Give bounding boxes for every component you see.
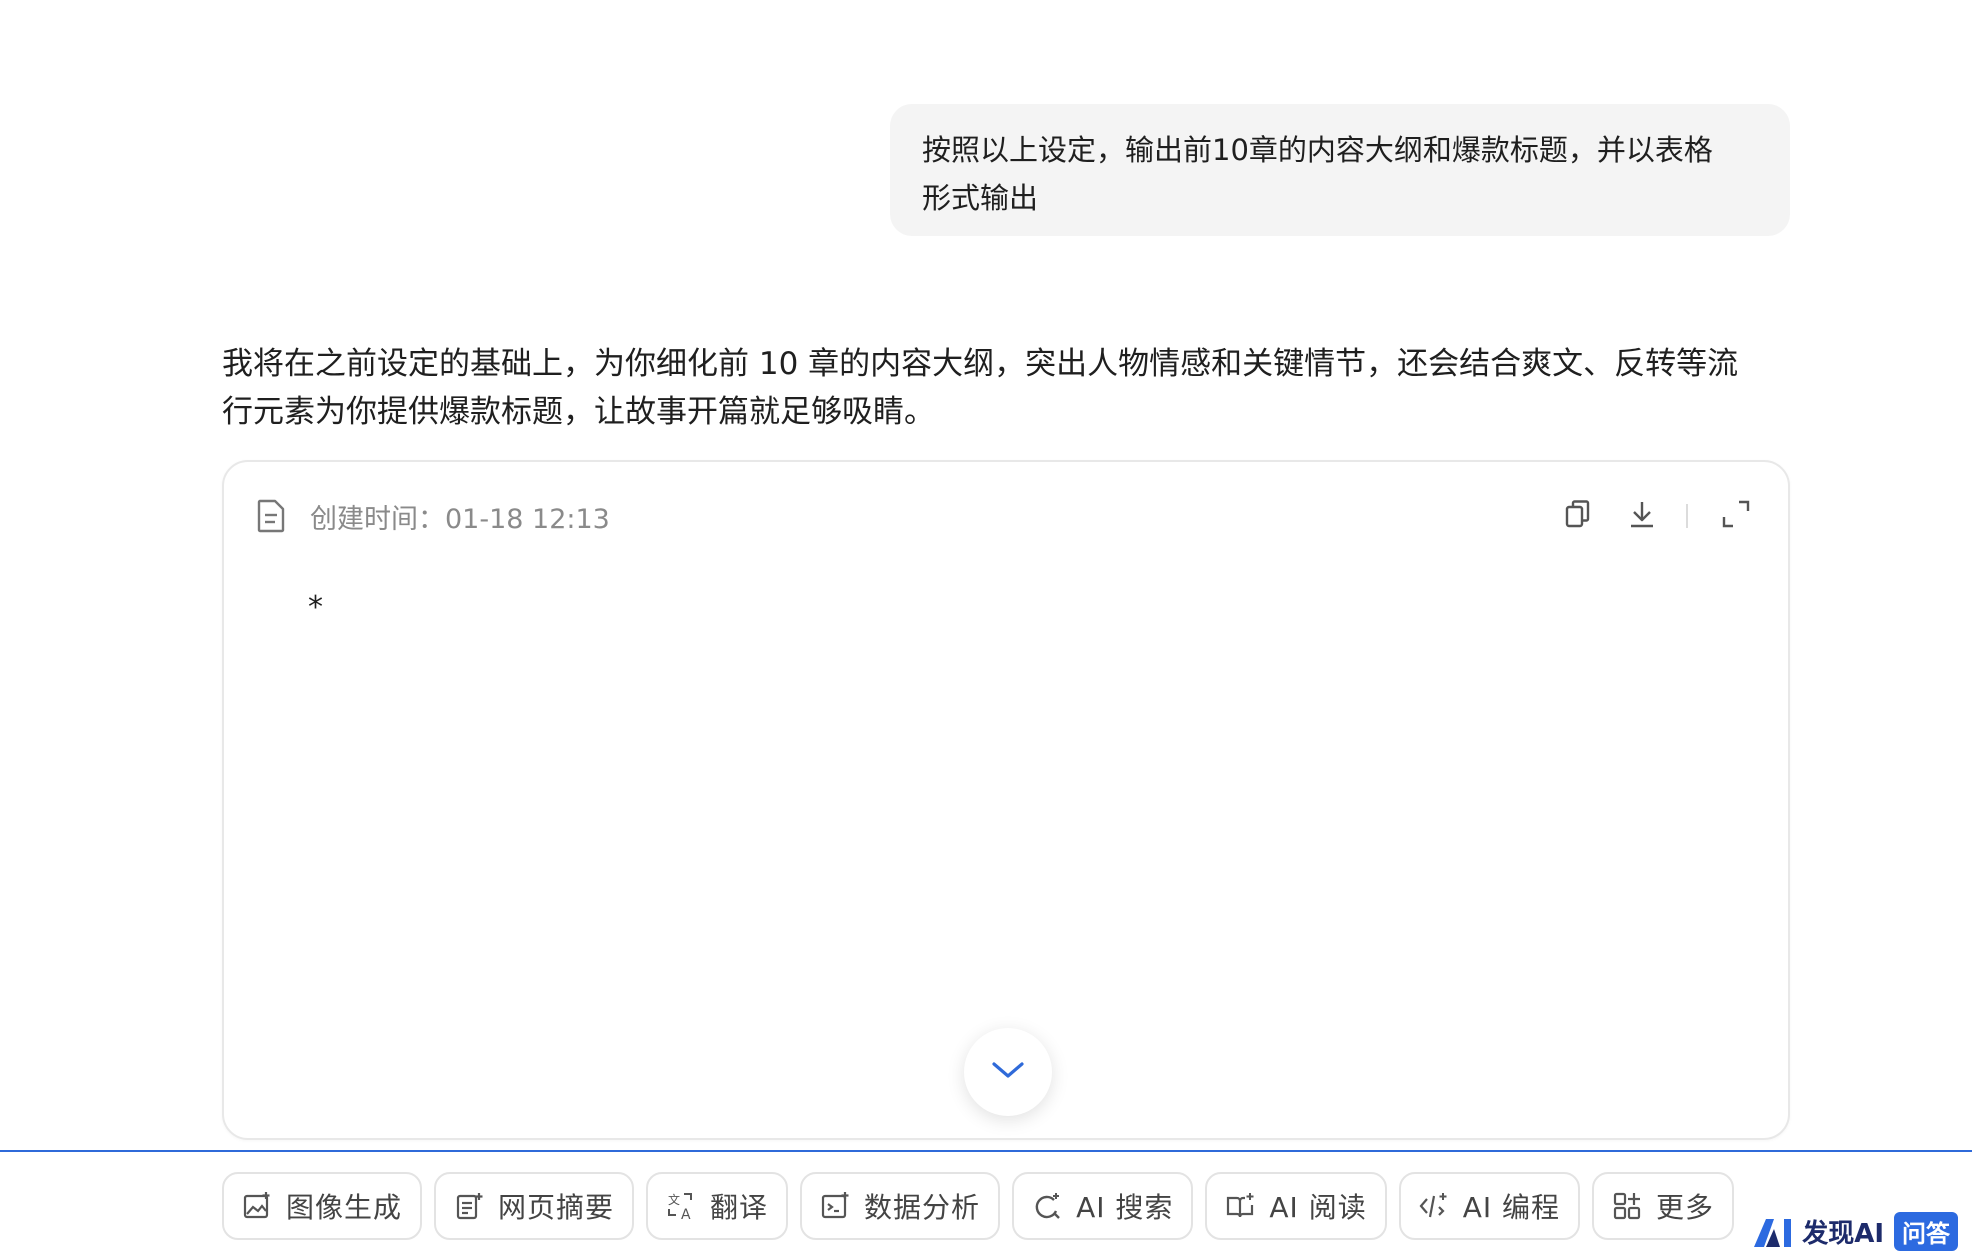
user-message-line-1: 按照以上设定，输出前10章的内容大纲和爆款标题，并以表格 bbox=[922, 133, 1713, 167]
created-time-label: 创建时间： bbox=[310, 503, 445, 535]
tool-ai-read[interactable]: AI 阅读 bbox=[1205, 1172, 1387, 1240]
ai-read-icon bbox=[1225, 1191, 1255, 1221]
created-time-value: 01-18 12:13 bbox=[445, 503, 610, 535]
tool-label: 数据分析 bbox=[864, 1191, 981, 1224]
svg-text:A: A bbox=[681, 1207, 691, 1221]
assistant-message-line-1: 我将在之前设定的基础上，为你细化前 10 章的内容大纲，突出人物情感和关键情节，… bbox=[222, 346, 1739, 382]
document-created-time: 创建时间：01-18 12:13 bbox=[310, 497, 610, 536]
watermark-badge: 问答 bbox=[1894, 1212, 1958, 1251]
watermark-brand: 发现AI bbox=[1802, 1219, 1884, 1249]
translate-icon: 文 A bbox=[666, 1191, 696, 1221]
tool-translate[interactable]: 文 A 翻译 bbox=[646, 1172, 789, 1240]
scroll-down-button[interactable] bbox=[964, 1028, 1052, 1116]
tool-ai-code[interactable]: AI 编程 bbox=[1398, 1172, 1581, 1240]
document-header: 创建时间：01-18 12:13 bbox=[256, 490, 1756, 542]
expand-button[interactable] bbox=[1716, 496, 1756, 536]
ai-code-icon bbox=[1419, 1191, 1449, 1221]
tool-label: 翻译 bbox=[710, 1191, 769, 1224]
document-actions bbox=[1534, 490, 1756, 542]
tool-data-analysis[interactable]: 数据分析 bbox=[800, 1172, 1001, 1240]
tool-ai-search[interactable]: AI 搜索 bbox=[1012, 1172, 1194, 1240]
user-message-line-2: 形式输出 bbox=[922, 181, 1039, 215]
tool-label: AI 搜索 bbox=[1076, 1191, 1174, 1224]
tool-more[interactable]: 更多 bbox=[1592, 1172, 1735, 1240]
tool-web-summary[interactable]: 网页摘要 bbox=[434, 1172, 635, 1240]
document-card: 创建时间：01-18 12:13 * bbox=[222, 460, 1790, 1140]
tool-label: 网页摘要 bbox=[498, 1191, 615, 1224]
input-area-divider bbox=[0, 1150, 1972, 1152]
watermark-logo: 发现AI 问答 bbox=[1752, 1212, 1958, 1251]
document-icon bbox=[256, 499, 286, 533]
assistant-message: 我将在之前设定的基础上，为你细化前 10 章的内容大纲，突出人物情感和关键情节，… bbox=[222, 340, 1792, 436]
image-gen-icon bbox=[242, 1191, 272, 1221]
tool-image-generation[interactable]: 图像生成 bbox=[222, 1172, 423, 1240]
tool-bar: 图像生成 网页摘要 文 A 翻译 数据分析 AI 搜索 AI 阅读 AI 编程 … bbox=[222, 1172, 1746, 1240]
ai-search-icon bbox=[1032, 1191, 1062, 1221]
chat-page: 按照以上设定，输出前10章的内容大纲和爆款标题，并以表格 形式输出 我将在之前设… bbox=[0, 0, 1972, 1256]
tool-label: AI 阅读 bbox=[1269, 1191, 1367, 1224]
user-message-bubble: 按照以上设定，输出前10章的内容大纲和爆款标题，并以表格 形式输出 bbox=[890, 104, 1790, 236]
download-button[interactable] bbox=[1622, 496, 1662, 536]
copy-icon bbox=[1564, 499, 1592, 533]
brand-logo-icon bbox=[1752, 1215, 1798, 1249]
expand-icon bbox=[1721, 499, 1751, 533]
document-body: * bbox=[308, 590, 323, 625]
download-icon bbox=[1627, 499, 1657, 533]
web-summary-icon bbox=[454, 1191, 484, 1221]
actions-divider bbox=[1686, 504, 1688, 528]
svg-text:文: 文 bbox=[668, 1192, 680, 1207]
assistant-message-line-2: 行元素为你提供爆款标题，让故事开篇就足够吸睛。 bbox=[222, 394, 935, 430]
copy-button[interactable] bbox=[1558, 496, 1598, 536]
tool-label: AI 编程 bbox=[1462, 1191, 1561, 1224]
data-analysis-icon bbox=[820, 1191, 850, 1221]
tool-label: 图像生成 bbox=[286, 1191, 403, 1224]
more-grid-icon bbox=[1612, 1191, 1642, 1221]
chevron-down-icon bbox=[991, 1060, 1025, 1084]
tool-label: 更多 bbox=[1656, 1191, 1715, 1224]
